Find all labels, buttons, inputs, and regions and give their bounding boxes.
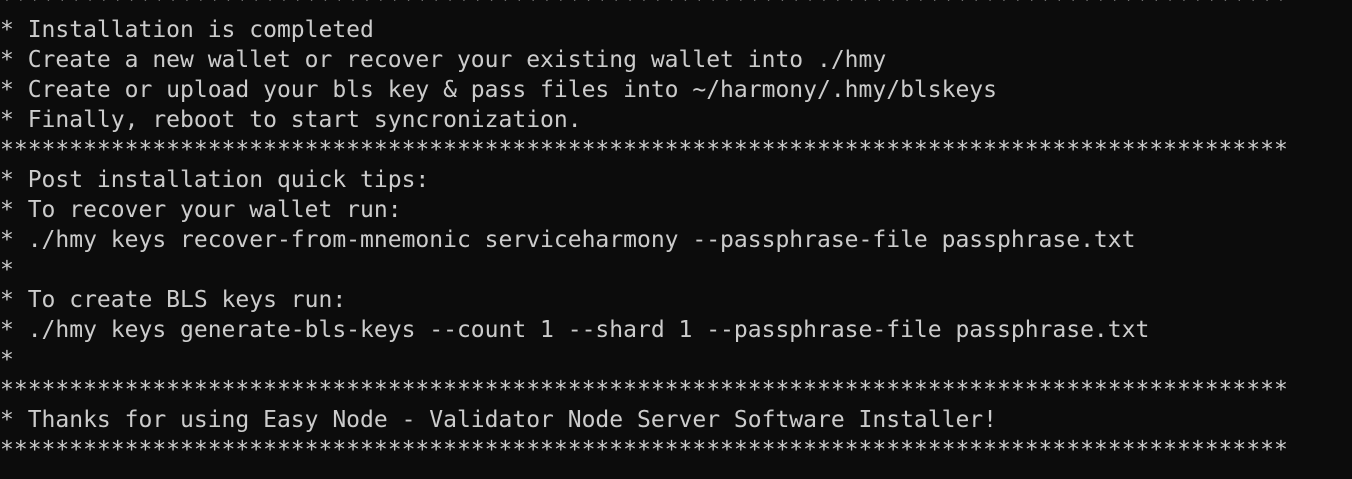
- separator-line: ****************************************…: [0, 0, 1288, 13]
- blank-star-line: *: [0, 347, 14, 373]
- separator-line: ****************************************…: [0, 437, 1288, 463]
- terminal-output: ****************************************…: [0, 0, 1352, 464]
- instruction-line-reboot: * Finally, reboot to start syncronizatio…: [0, 107, 582, 133]
- separator-line: ****************************************…: [0, 377, 1288, 403]
- instruction-line-bls-key: * Create or upload your bls key & pass f…: [0, 77, 997, 103]
- blank-star-line: *: [0, 257, 14, 283]
- tips-heading-line: * Post installation quick tips:: [0, 167, 430, 193]
- thanks-line: * Thanks for using Easy Node - Validator…: [0, 407, 997, 433]
- tip-recover-wallet-label: * To recover your wallet run:: [0, 197, 402, 223]
- tip-recover-wallet-command: * ./hmy keys recover-from-mnemonic servi…: [0, 227, 1136, 253]
- tip-create-bls-label: * To create BLS keys run:: [0, 287, 347, 313]
- tip-create-bls-command: * ./hmy keys generate-bls-keys --count 1…: [0, 317, 1150, 343]
- status-line-installation-completed: * Installation is completed: [0, 17, 374, 43]
- instruction-line-wallet: * Create a new wallet or recover your ex…: [0, 47, 887, 73]
- separator-line: ****************************************…: [0, 137, 1288, 163]
